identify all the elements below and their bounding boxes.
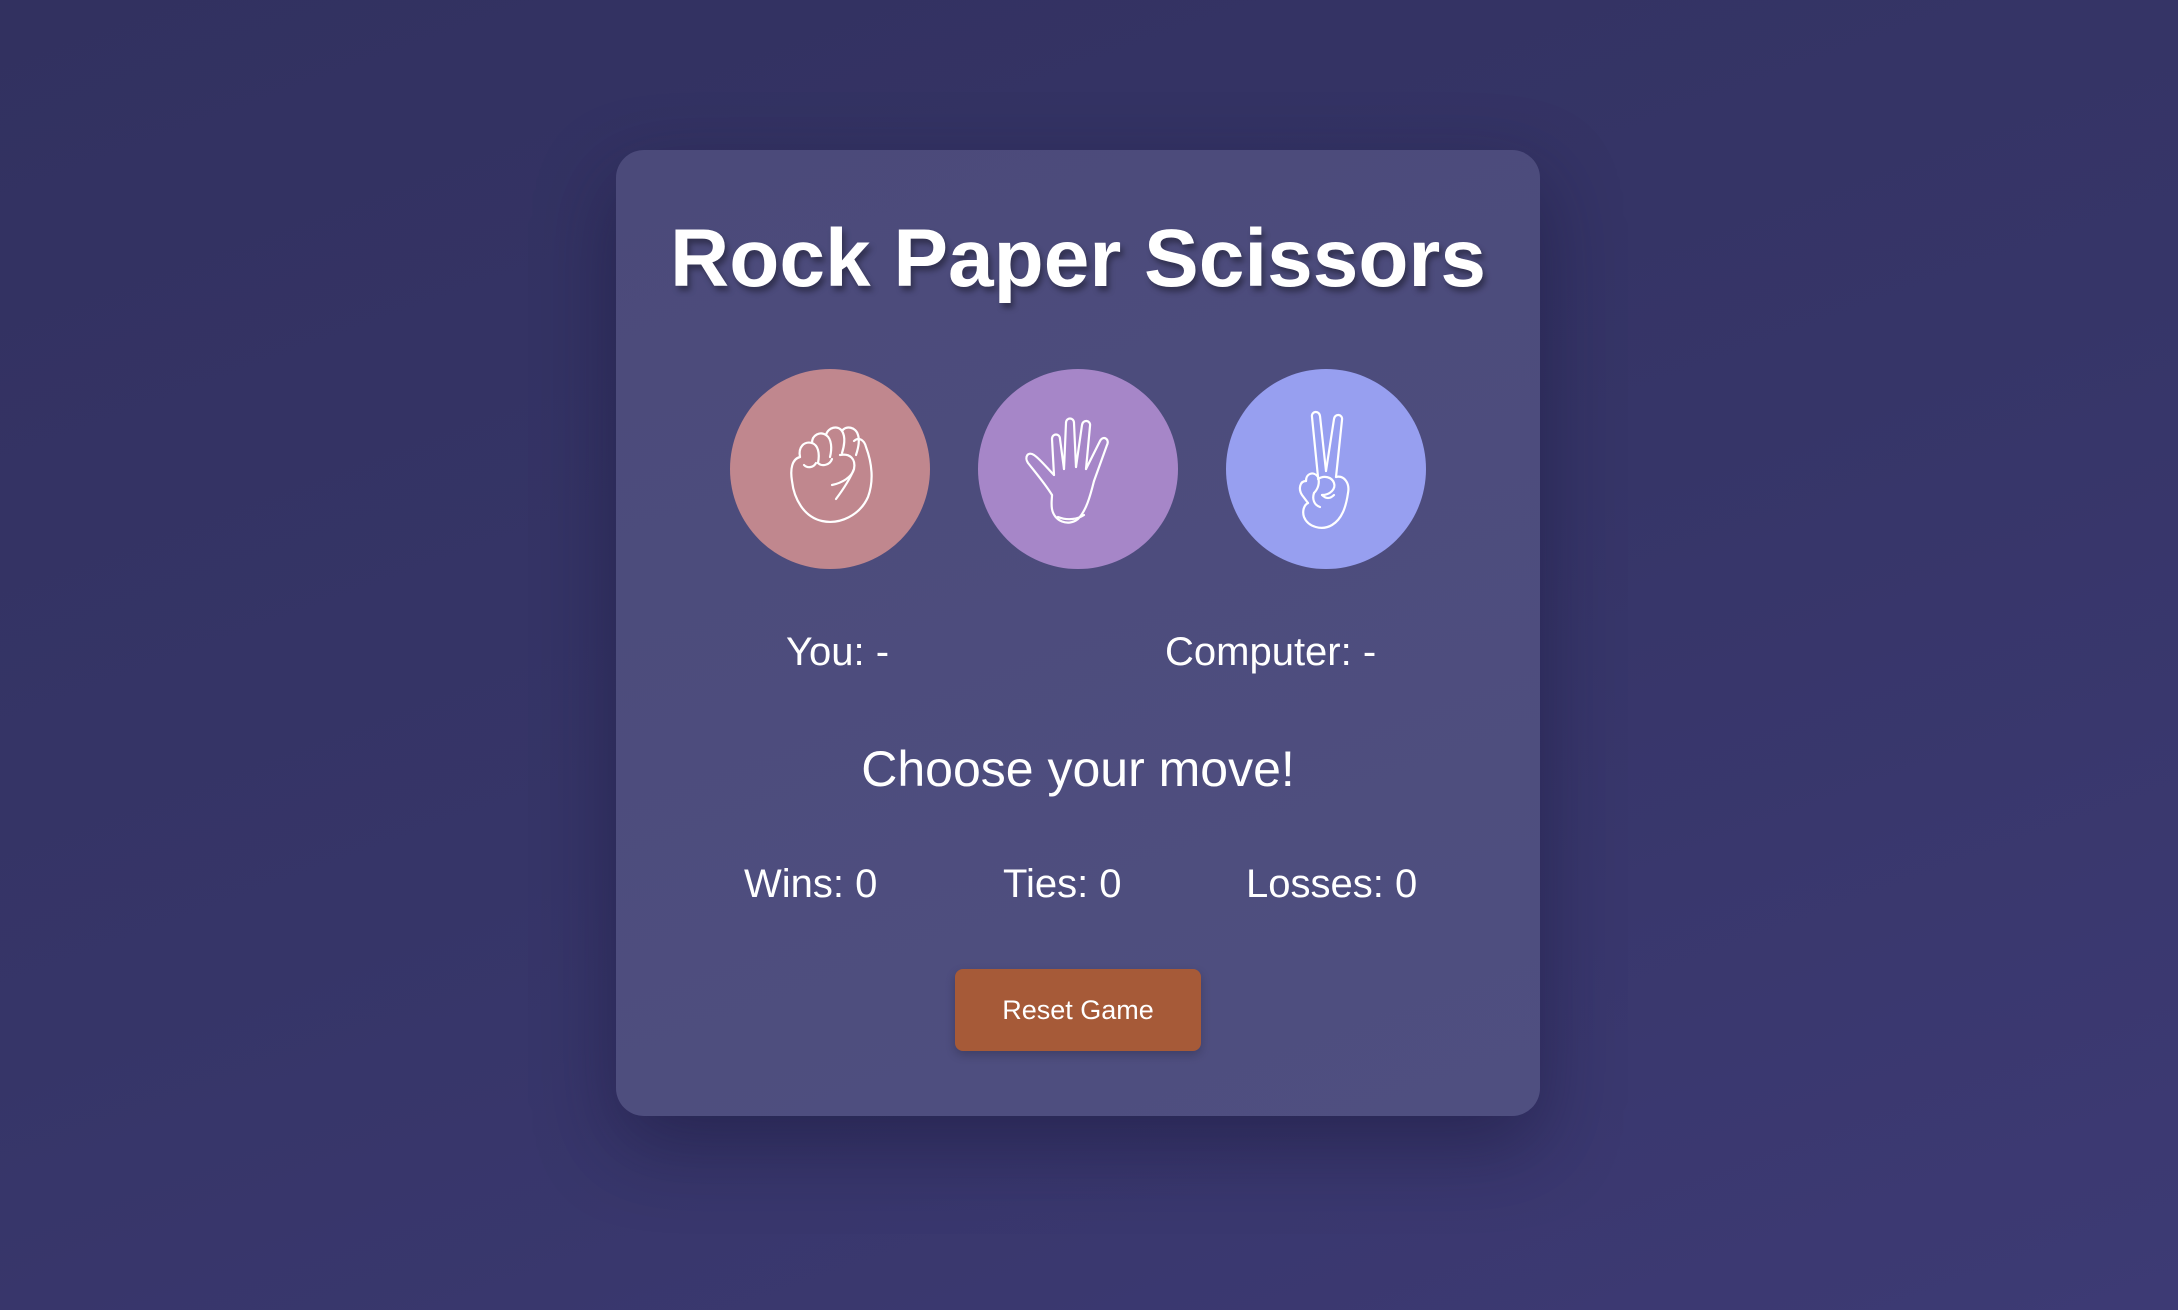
reset-game-button[interactable]: Reset Game bbox=[955, 969, 1201, 1051]
ties-count: Ties: 0 bbox=[1003, 862, 1122, 906]
player-choice: You: - bbox=[786, 630, 890, 674]
open-hand-icon bbox=[1025, 417, 1109, 524]
status-message: Choose your move! bbox=[861, 741, 1295, 797]
wins-count: Wins: 0 bbox=[744, 862, 878, 906]
game-card: Rock Paper Scissors You: - Computer: - C… bbox=[616, 150, 1540, 1116]
fist-icon bbox=[790, 426, 873, 523]
rock-button[interactable] bbox=[730, 369, 930, 569]
page-title: Rock Paper Scissors bbox=[670, 213, 1486, 304]
peace-hand-icon bbox=[1298, 410, 1350, 529]
paper-button[interactable] bbox=[978, 369, 1178, 569]
losses-count: Losses: 0 bbox=[1246, 862, 1418, 906]
move-buttons bbox=[730, 369, 1426, 569]
scissors-button[interactable] bbox=[1226, 369, 1426, 569]
computer-choice: Computer: - bbox=[1165, 630, 1377, 674]
